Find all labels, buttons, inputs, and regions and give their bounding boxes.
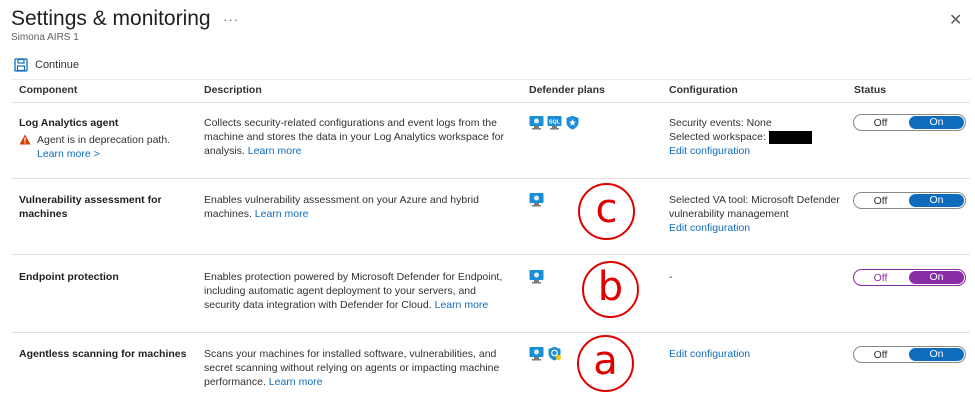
redacted-workspace [768, 130, 812, 144]
learn-more-link[interactable]: Learn more [269, 376, 323, 388]
configuration-cell: Security events: None Selected workspace… [669, 116, 849, 158]
column-header-configuration: Configuration [669, 84, 738, 96]
configuration-cell: - [669, 271, 673, 283]
column-header-plans: Defender plans [529, 84, 605, 96]
selected-va-tool: Selected VA tool: Microsoft Defender vul… [669, 194, 840, 220]
page-subtitle: Simona AIRS 1 [11, 32, 79, 43]
component-name: Endpoint protection [19, 271, 119, 283]
more-options-icon[interactable]: ··· [223, 12, 239, 27]
svg-text:SQL: SQL [549, 120, 561, 126]
server-icon [529, 347, 544, 361]
component-description: Enables protection powered by Microsoft … [204, 270, 514, 312]
continue-button[interactable]: Continue [14, 58, 79, 72]
deprecation-warning: Agent is in deprecation path. [37, 134, 171, 146]
description-text: Enables vulnerability assessment on your… [204, 194, 479, 220]
shield-star-icon [566, 115, 579, 130]
security-events-value: Security events: None [669, 117, 772, 129]
column-header-description: Description [204, 84, 262, 96]
continue-label: Continue [35, 59, 80, 71]
description-text: Scans your machines for installed softwa… [204, 348, 500, 388]
toggle-off-label: Off [873, 116, 888, 129]
close-icon[interactable]: ✕ [949, 10, 962, 30]
defender-plan-icons [529, 269, 544, 284]
defender-plan-icons: SQL [529, 115, 580, 130]
toggle-on-label: On [909, 194, 964, 207]
toggle-off-label: Off [873, 194, 888, 207]
table-row: Endpoint protection Enables protection p… [11, 254, 970, 332]
learn-more-link[interactable]: Learn more [248, 145, 302, 157]
table-header: Component Description Defender plans Con… [11, 79, 970, 101]
annotation-c: c [578, 183, 635, 240]
component-name: Agentless scanning for machines [19, 348, 187, 360]
server-icon [529, 193, 544, 207]
column-header-status: Status [854, 84, 887, 96]
annotation-b: b [582, 261, 639, 318]
toggle-on-label: On [909, 271, 964, 284]
table-row: Vulnerability assessment for machines En… [11, 178, 970, 254]
save-icon [14, 58, 28, 72]
column-header-component: Component [19, 84, 78, 96]
component-description: Scans your machines for installed softwa… [204, 347, 514, 389]
learn-more-link[interactable]: Learn more > [37, 147, 170, 161]
configuration-cell: Edit configuration [669, 347, 849, 361]
component-description: Enables vulnerability assessment on your… [204, 193, 514, 221]
server-icon [529, 116, 544, 130]
status-toggle[interactable]: Off On [853, 192, 966, 209]
configuration-cell: Selected VA tool: Microsoft Defender vul… [669, 193, 849, 235]
component-description: Collects security-related configurations… [204, 116, 514, 158]
defender-plan-icons [529, 192, 544, 207]
selected-workspace-label: Selected workspace: [669, 131, 766, 143]
component-name: Vulnerability assessment for machines [19, 194, 162, 220]
toggle-off-label: Off [873, 271, 888, 284]
edit-configuration-link[interactable]: Edit configuration [669, 144, 849, 158]
component-name: Log Analytics agent [19, 117, 119, 129]
toggle-on-label: On [909, 116, 964, 129]
toggle-on-label: On [909, 348, 964, 361]
page-title: Settings & monitoring [11, 7, 211, 30]
status-toggle[interactable]: Off On [853, 114, 966, 131]
edit-configuration-link[interactable]: Edit configuration [669, 221, 849, 235]
shield-cloud-icon [548, 346, 562, 361]
warning-icon [19, 133, 31, 145]
learn-more-link[interactable]: Learn more [255, 208, 309, 220]
edit-configuration-link[interactable]: Edit configuration [669, 347, 849, 361]
defender-plan-icons [529, 346, 562, 361]
status-toggle[interactable]: Off On [853, 269, 966, 286]
annotation-a: a [577, 335, 634, 392]
table-row: Agentless scanning for machines Scans yo… [11, 332, 970, 405]
server-icon [529, 270, 544, 284]
table-row: Log Analytics agent Agent is in deprecat… [11, 102, 970, 178]
toggle-off-label: Off [873, 348, 888, 361]
learn-more-link[interactable]: Learn more [435, 299, 489, 311]
status-toggle[interactable]: Off On [853, 346, 966, 363]
sql-server-icon: SQL [547, 116, 562, 130]
